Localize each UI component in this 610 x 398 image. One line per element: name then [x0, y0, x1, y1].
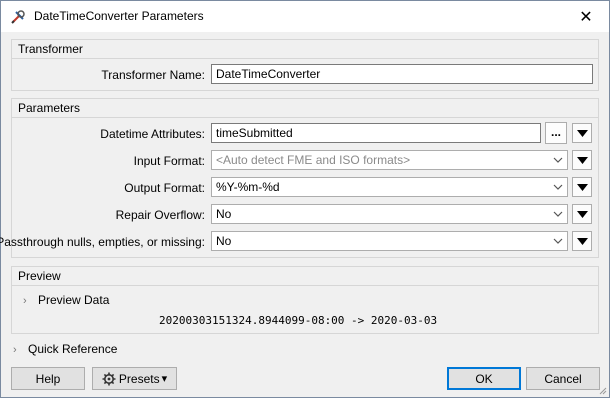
group-divider: [12, 117, 598, 118]
window-title: DateTimeConverter Parameters: [34, 9, 204, 23]
close-button[interactable]: ✕: [563, 1, 609, 32]
datetime-attributes-label: Datetime Attributes:: [100, 127, 205, 141]
group-divider: [12, 58, 598, 59]
resize-grip-icon[interactable]: [597, 385, 607, 395]
title-bar: DateTimeConverter Parameters ✕: [1, 1, 609, 32]
triangle-down-icon: [577, 184, 588, 191]
chevron-down-icon: [553, 157, 563, 163]
preview-group-label: Preview: [18, 269, 61, 283]
group-divider: [12, 285, 598, 286]
transformer-name-input[interactable]: DateTimeConverter: [211, 64, 593, 84]
input-format-label: Input Format:: [133, 154, 205, 168]
input-format-placeholder: <Auto detect FME and ISO formats>: [216, 153, 411, 167]
quick-reference-label: Quick Reference: [28, 342, 118, 356]
triangle-down-icon: [577, 238, 588, 245]
transformer-icon: [11, 10, 25, 24]
preview-result: 20200303151324.8944099-08:00 -> 2020-03-…: [159, 314, 438, 327]
repair-overflow-select[interactable]: No: [211, 204, 568, 224]
help-button[interactable]: Help: [11, 367, 85, 390]
close-icon: ✕: [579, 8, 593, 26]
datetime-attributes-menu-button[interactable]: [572, 123, 592, 143]
help-label: Help: [35, 371, 61, 386]
preview-data-toggle[interactable]: › Preview Data: [23, 293, 109, 307]
browse-attributes-button[interactable]: ...: [545, 122, 567, 144]
output-format-value: %Y-%m-%d: [216, 180, 280, 194]
chevron-right-icon: ›: [23, 295, 27, 307]
presets-button[interactable]: Presets ▾: [92, 367, 177, 390]
gear-icon: [102, 372, 116, 385]
triangle-down-icon: [577, 211, 588, 218]
output-format-select[interactable]: %Y-%m-%d: [211, 177, 568, 197]
presets-label: Presets: [118, 371, 160, 386]
passthrough-select[interactable]: No: [211, 231, 568, 251]
triangle-down-icon: [577, 157, 588, 164]
chevron-down-icon: [553, 184, 563, 190]
repair-overflow-menu-button[interactable]: [572, 204, 592, 224]
passthrough-label: Passthrough nulls, empties, or missing:: [0, 235, 205, 249]
chevron-right-icon: ›: [13, 344, 17, 356]
transformer-group-label: Transformer: [18, 42, 83, 56]
passthrough-menu-button[interactable]: [572, 231, 592, 251]
chevron-down-icon: [553, 238, 563, 244]
cancel-button[interactable]: Cancel: [526, 367, 600, 390]
cancel-label: Cancel: [544, 371, 582, 386]
output-format-label: Output Format:: [124, 181, 205, 195]
preview-data-label: Preview Data: [38, 293, 110, 307]
repair-overflow-value: No: [216, 207, 232, 221]
input-format-menu-button[interactable]: [572, 150, 592, 170]
datetime-attributes-input[interactable]: timeSubmitted: [211, 123, 541, 143]
transformer-name-label: Transformer Name:: [101, 68, 205, 82]
presets-dropdown-icon: ▾: [161, 373, 168, 385]
ok-label: OK: [475, 371, 493, 386]
triangle-down-icon: [577, 130, 588, 137]
repair-overflow-label: Repair Overflow:: [115, 208, 205, 222]
dialog-window: DateTimeConverter Parameters ✕ Transform…: [0, 0, 610, 398]
input-format-select[interactable]: <Auto detect FME and ISO formats>: [211, 150, 568, 170]
passthrough-value: No: [216, 234, 232, 248]
ok-button[interactable]: OK: [447, 367, 521, 390]
chevron-down-icon: [553, 211, 563, 217]
output-format-menu-button[interactable]: [572, 177, 592, 197]
quick-reference-toggle[interactable]: › Quick Reference: [13, 342, 117, 356]
parameters-group-label: Parameters: [18, 101, 81, 115]
